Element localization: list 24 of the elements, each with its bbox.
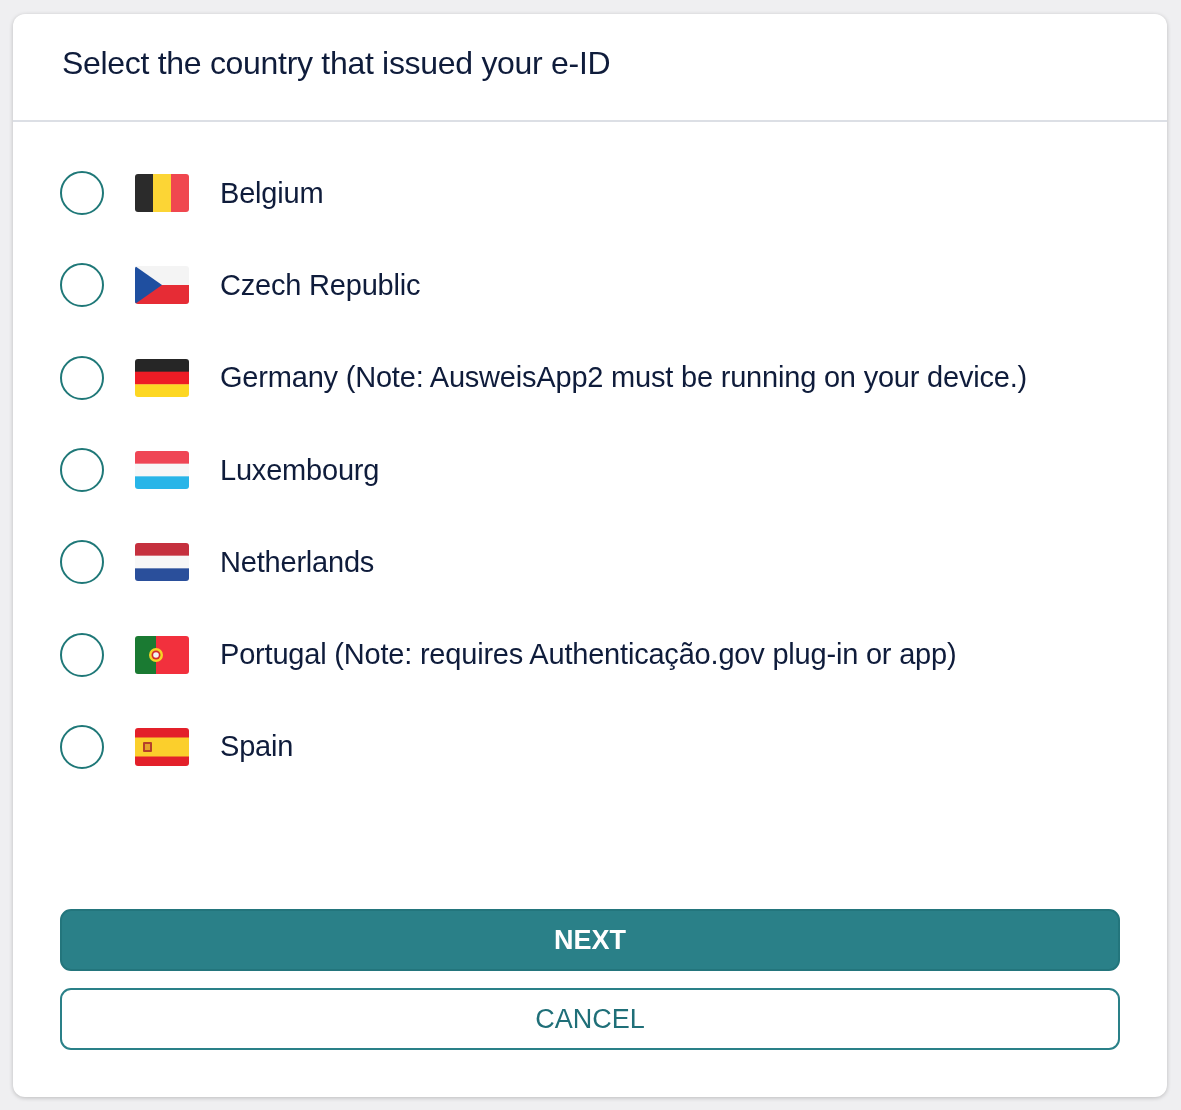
dialog-title: Select the country that issued your e-ID (62, 44, 611, 83)
flag-icon (135, 635, 189, 674)
flag-icon (135, 358, 189, 397)
country-label: Spain (220, 730, 294, 764)
country-label: Czech Republic (220, 268, 421, 302)
country-label: Germany (Note: AusweisApp2 must be running on your device.) (220, 361, 1028, 395)
country-label: Netherlands (220, 545, 375, 579)
flag-icon (135, 174, 189, 213)
radio-button[interactable] (60, 448, 104, 493)
radio-button[interactable] (60, 263, 104, 308)
radio-button[interactable] (60, 724, 104, 769)
radio-button[interactable] (60, 355, 104, 400)
flag-icon (135, 543, 189, 582)
flag-icon (135, 266, 189, 305)
country-label: Belgium (220, 176, 324, 210)
country-label: Portugal (Note: requires Authenticação.gov plug-in or app) (220, 638, 957, 672)
flag-icon (135, 727, 189, 766)
radio-button[interactable] (60, 632, 104, 677)
country-label: Luxembourg (220, 453, 380, 487)
flag-icon (135, 451, 189, 490)
radio-button[interactable] (60, 171, 104, 216)
radio-button[interactable] (60, 540, 104, 585)
next-button[interactable]: NEXT (60, 909, 1120, 972)
cancel-button[interactable]: CANCEL (60, 988, 1120, 1051)
